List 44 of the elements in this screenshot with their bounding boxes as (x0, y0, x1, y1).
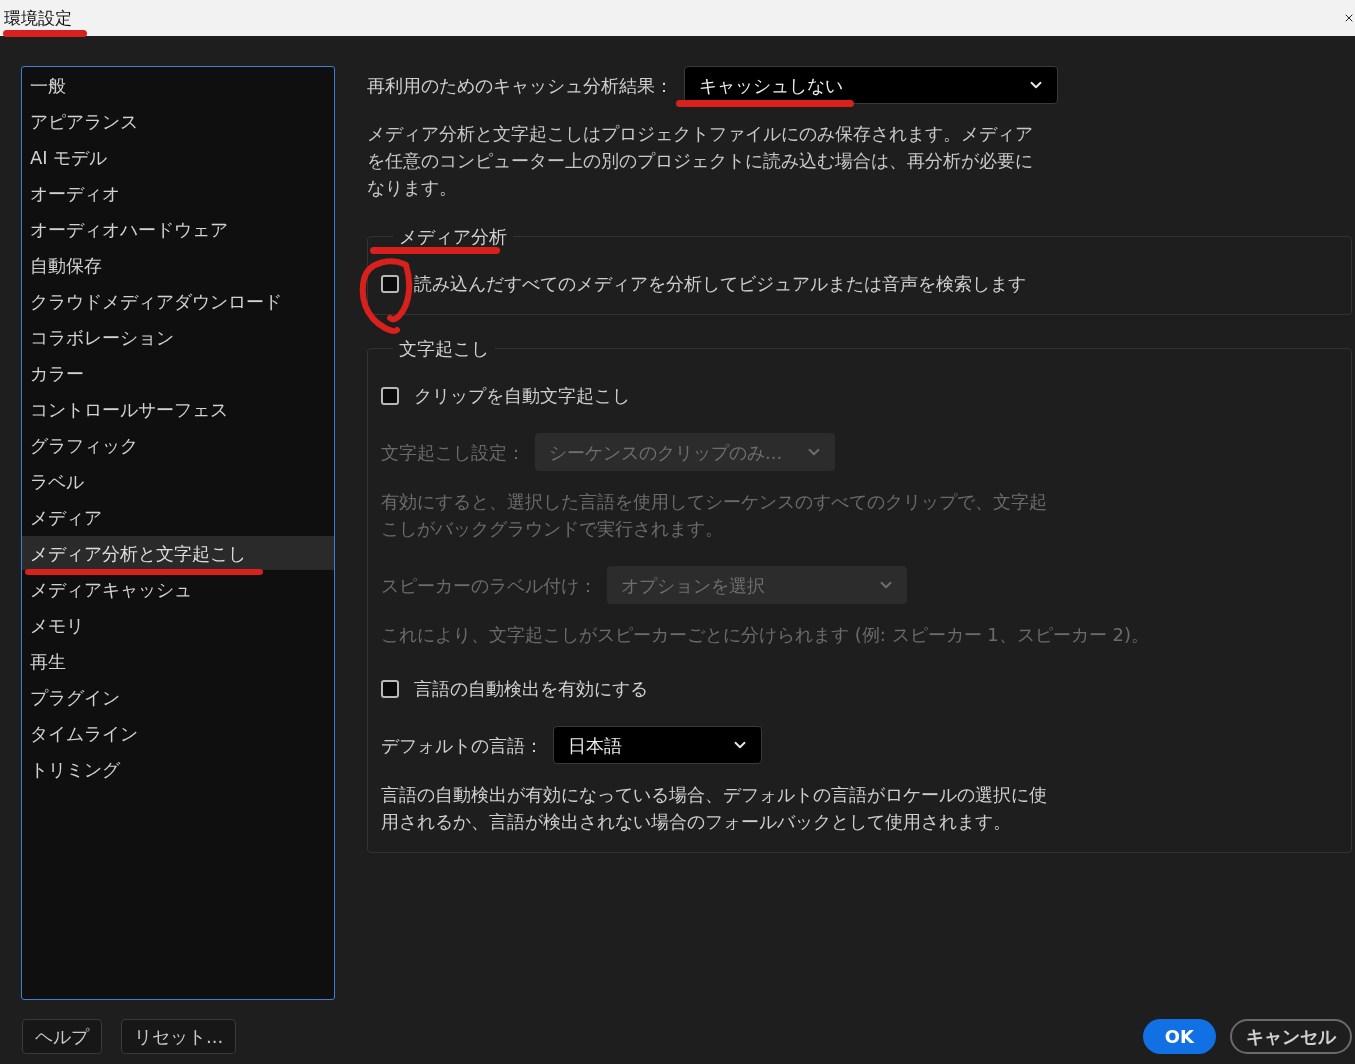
info-text: メディア分析と文字起こしはプロジェクトファイルにのみ保存されます。メディアを任意のコンピューター上の別のプロジェクトに読み込む場合は、再分析が必要になります。 (367, 122, 1034, 200)
ok-button[interactable]: OK (1142, 1019, 1216, 1054)
sidebar-item[interactable]: アピアランス (22, 104, 334, 138)
dropdown[interactable]: 日本語 (553, 726, 762, 764)
sidebar-item[interactable]: 再生 (22, 644, 334, 678)
help-text: これにより、文字起こしがスピーカーごとに分けられます (例: スピーカー 1、スピーカー 2)。 (381, 623, 1150, 647)
sidebar-item[interactable]: オーディオハードウェア (22, 212, 334, 246)
help-text: 言語の自動検出が有効になっている場合、デフォルトの言語がロケールの選択に使用されるか、言語が検出されない場合のフォールバックとして使用されます。 (381, 783, 1048, 834)
sidebar-item[interactable]: AI モデル (22, 140, 334, 174)
cancel-button[interactable]: キャンセル (1230, 1019, 1352, 1054)
group-title: メディア分析 (398, 225, 508, 249)
sidebar-item[interactable]: タイムライン (22, 716, 334, 750)
checkbox[interactable] (381, 274, 399, 293)
sidebar-item[interactable]: メディア分析と文字起こし (22, 536, 334, 570)
sidebar-item[interactable]: グラフィック (22, 428, 334, 462)
checkbox[interactable] (381, 386, 399, 405)
group-title: 文字起こし (398, 337, 490, 361)
checkbox-label: クリップを自動文字起こし (414, 384, 630, 408)
sidebar-item[interactable]: プラグイン (22, 680, 334, 714)
sidebar-item[interactable]: 一般 (22, 68, 334, 102)
sidebar-item[interactable]: コラボレーション (22, 320, 334, 354)
footer-button[interactable]: ヘルプ (22, 1019, 102, 1054)
field-label: 文字起こし設定： (381, 440, 525, 465)
close-icon[interactable] (1343, 12, 1355, 24)
footer-button[interactable]: リセット... (121, 1019, 237, 1054)
checkbox[interactable] (381, 679, 399, 698)
sidebar-item[interactable]: カラー (22, 356, 334, 390)
sidebar-item[interactable]: オーディオ (22, 176, 334, 210)
checkbox-label: 読み込んだすべてのメディアを分析してビジュアルまたは音声を検索します (414, 272, 1026, 296)
checkbox-label: 言語の自動検出を有効にする (414, 677, 648, 701)
sidebar-item[interactable]: メディア (22, 500, 334, 534)
sidebar-item[interactable]: メモリ (22, 608, 334, 642)
field-label: デフォルトの言語： (381, 733, 543, 758)
window-title: 環境設定 (4, 7, 72, 30)
help-text: 有効にすると、選択した言語を使用してシーケンスのすべてのクリップで、文字起こしがバックグラウンドで実行されます。 (381, 490, 1048, 541)
sidebar-item[interactable]: トリミング (22, 752, 334, 786)
sidebar-item[interactable]: ラベル (22, 464, 334, 498)
sidebar-item[interactable]: クラウドメディアダウンロード (22, 284, 334, 318)
sidebar-item[interactable]: メディアキャッシュ (22, 572, 334, 606)
field-label: 再利用のためのキャッシュ分析結果： (367, 73, 673, 98)
field-label: スピーカーのラベル付け： (381, 573, 597, 598)
sidebar-item[interactable]: コントロールサーフェス (22, 392, 334, 426)
sidebar-item[interactable]: 自動保存 (22, 248, 334, 282)
dropdown[interactable]: キャッシュしない (684, 66, 1058, 104)
